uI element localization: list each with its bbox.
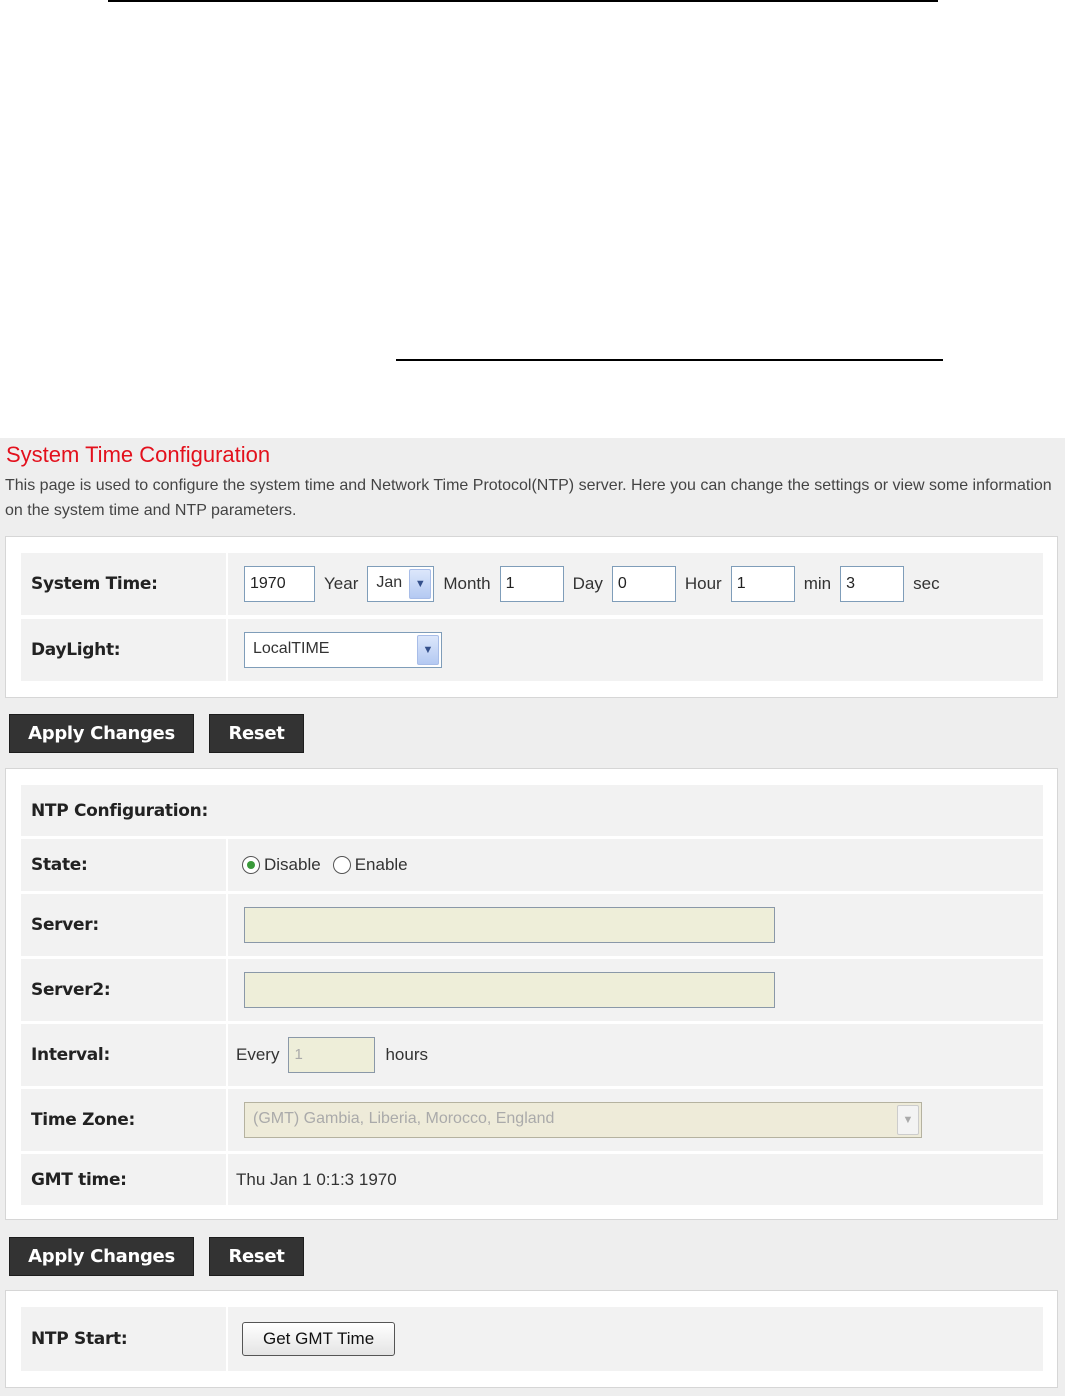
system-time-row: System Time: 1970 Year Jan ▼ Month 1 Day… (21, 553, 1043, 615)
ntp-reset-button[interactable]: Reset (209, 1237, 304, 1276)
server-label: Server: (21, 894, 226, 956)
page-title: System Time Configuration (6, 442, 271, 467)
month-select[interactable]: Jan ▼ (367, 566, 435, 602)
timezone-field: (GMT) Gambia, Liberia, Morocco, England … (228, 1089, 1043, 1151)
year-unit: Year (324, 574, 359, 593)
timezone-label: Time Zone: (21, 1089, 226, 1151)
ntp-timezone-row: Time Zone: (GMT) Gambia, Liberia, Morocc… (21, 1089, 1043, 1151)
sec-input[interactable]: 3 (840, 566, 905, 602)
system-time-panel: System Time: 1970 Year Jan ▼ Month 1 Day… (5, 536, 1058, 698)
interval-prefix: Every (236, 1045, 280, 1064)
daylight-value: LocalTIME (253, 640, 330, 657)
ntp-start-label: NTP Start: (21, 1307, 226, 1371)
apply-changes-button[interactable]: Apply Changes (9, 714, 194, 753)
ntp-start-row: NTP Start: Get GMT Time (21, 1307, 1043, 1371)
ntp-interval-row: Interval: Every 1 hours (21, 1024, 1043, 1086)
enable-radio[interactable] (332, 856, 351, 874)
day-unit: Day (572, 574, 603, 593)
ntp-server2-row: Server2: (21, 959, 1043, 1021)
server2-label: Server2: (21, 959, 226, 1021)
year-input[interactable]: 1970 (244, 566, 315, 602)
min-unit: min (803, 574, 832, 593)
server-field (228, 894, 1043, 956)
gmt-time-value: Thu Jan 1 0:1:3 1970 (228, 1154, 1043, 1205)
daylight-field: LocalTIME ▼ (228, 619, 1043, 681)
disable-radio-label: Disable (264, 855, 321, 874)
server-input[interactable] (244, 907, 775, 943)
page-description: This page is used to configure the syste… (5, 477, 1052, 519)
timezone-value: (GMT) Gambia, Liberia, Morocco, England (253, 1110, 555, 1127)
system-time-page: System Time Configuration This page is u… (0, 438, 1065, 1396)
timezone-select[interactable]: (GMT) Gambia, Liberia, Morocco, England … (244, 1102, 922, 1138)
ntp-server-row: Server: (21, 894, 1043, 956)
month-value: Jan (376, 574, 403, 591)
ntp-heading: NTP Configuration: (21, 785, 1043, 836)
sec-unit: sec (913, 574, 940, 593)
daylight-row: DayLight: LocalTIME ▼ (21, 619, 1043, 681)
disable-radio[interactable] (242, 856, 260, 874)
chevron-down-icon: ▼ (409, 569, 432, 599)
interval-input[interactable]: 1 (288, 1037, 376, 1073)
server2-field (228, 959, 1043, 1021)
day-input[interactable]: 1 (499, 566, 564, 602)
server2-input[interactable] (244, 972, 775, 1008)
interval-unit: hours (385, 1045, 428, 1064)
top-divider-line (108, 0, 938, 2)
state-label: State: (21, 839, 226, 891)
hour-unit: Hour (684, 574, 722, 593)
system-time-fields: 1970 Year Jan ▼ Month 1 Day 0 Hour 1 min… (228, 553, 1043, 615)
chevron-down-icon: ▼ (417, 635, 439, 665)
ntp-panel: NTP Configuration: State: Disable Enable… (5, 768, 1058, 1220)
reset-button[interactable]: Reset (209, 714, 304, 753)
middle-divider-line (396, 359, 943, 361)
chevron-down-icon: ▼ (897, 1105, 919, 1135)
system-time-label: System Time: (21, 553, 226, 615)
month-unit: Month (443, 574, 491, 593)
ntp-heading-row: NTP Configuration: (21, 785, 1043, 836)
get-gmt-time-button[interactable]: Get GMT Time (242, 1322, 396, 1356)
daylight-label: DayLight: (21, 619, 226, 681)
ntp-state-row: State: Disable Enable (21, 839, 1043, 891)
interval-field: Every 1 hours (228, 1024, 1043, 1086)
interval-label: Interval: (21, 1024, 226, 1086)
hour-input[interactable]: 0 (611, 566, 676, 602)
ntp-gmt-row: GMT time: Thu Jan 1 0:1:3 1970 (21, 1154, 1043, 1205)
min-input[interactable]: 1 (730, 566, 795, 602)
radio-selected-dot (247, 861, 255, 869)
ntp-apply-changes-button[interactable]: Apply Changes (9, 1237, 194, 1276)
ntp-start-field: Get GMT Time (228, 1307, 1043, 1371)
ntp-start-panel: NTP Start: Get GMT Time (5, 1290, 1058, 1388)
gmt-time-label: GMT time: (21, 1154, 226, 1205)
daylight-select[interactable]: LocalTIME ▼ (244, 632, 442, 668)
state-field: Disable Enable (228, 839, 1043, 891)
enable-radio-label: Enable (354, 855, 408, 874)
